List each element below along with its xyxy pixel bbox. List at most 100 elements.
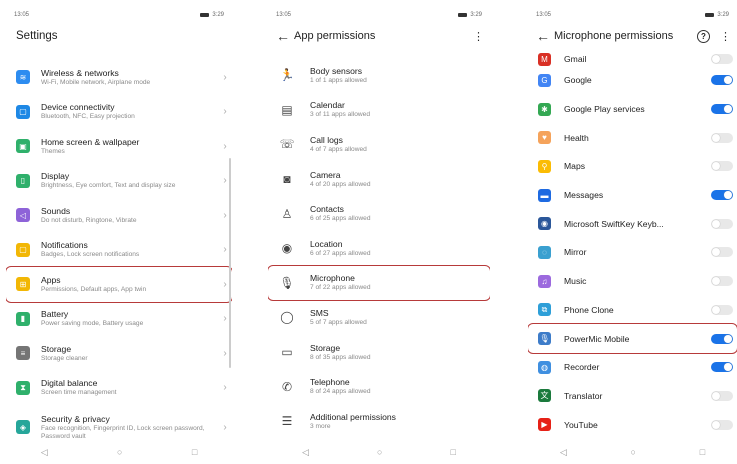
- status-bar: 13:05 3:29: [268, 8, 490, 22]
- settings-item-apps[interactable]: ⊞ Apps Permissions, Default apps, App twin…: [6, 266, 232, 303]
- permission-item-location[interactable]: ◉ Location 6 of 27 apps allowed: [268, 231, 490, 266]
- music-icon: ♫: [538, 274, 551, 288]
- settings-item-text: Notifications Badges, Lock screen notific…: [41, 240, 218, 259]
- app-item-text: PowerMic Mobile: [564, 334, 711, 344]
- app-item-translator: 文 Translator: [528, 382, 737, 411]
- app-item-youtube: ▶ YouTube: [528, 410, 737, 439]
- permission-item-camera[interactable]: ◙ Camera 4 of 20 apps allowed: [268, 162, 490, 197]
- page-title: Microphone permissions: [554, 30, 674, 42]
- wifi-icon: ≋: [16, 70, 30, 85]
- back-arrow-icon[interactable]: ←: [272, 28, 294, 44]
- permission-toggle[interactable]: [711, 54, 733, 64]
- permission-item-microphone[interactable]: 🎙 Microphone 7 of 22 apps allowed: [268, 264, 490, 302]
- permission-toggle[interactable]: [711, 304, 733, 315]
- settings-item-sounds[interactable]: ◁ Sounds Do not disturb, Ringtone, Vibrate…: [6, 198, 232, 233]
- back-nav-icon[interactable]: ◁: [41, 447, 48, 458]
- permission-toggle[interactable]: [711, 247, 733, 258]
- home-nav-icon[interactable]: ○: [377, 447, 382, 457]
- permission-item-text: Additional permissions 3 more: [310, 412, 490, 431]
- settings-item-text: Security & privacy Face recognition, Fing…: [41, 414, 218, 441]
- permission-item-label: SMS: [310, 307, 329, 318]
- settings-item-display[interactable]: ▯ Display Brightness, Eye comfort, Text an…: [6, 164, 232, 199]
- recorder-icon: ◍: [538, 360, 551, 374]
- permission-toggle[interactable]: [711, 132, 733, 143]
- settings-item-text: Apps Permissions, Default apps, App twin: [41, 275, 218, 294]
- running-icon: 🏃: [279, 68, 295, 83]
- help-icon[interactable]: ?: [697, 29, 710, 43]
- settings-item-subtitle: Themes: [41, 147, 65, 155]
- maps-icon: ⚲: [538, 159, 551, 173]
- settings-item-label: Battery: [41, 309, 69, 320]
- permission-item-label: Storage: [310, 342, 341, 353]
- permission-item-contacts[interactable]: ♙ Contacts 6 of 25 apps allowed: [268, 196, 490, 231]
- settings-item-storage[interactable]: ≡ Storage Storage cleaner ›: [6, 336, 232, 371]
- settings-item-wireless-networks[interactable]: ≋ Wireless & networks Wi-Fi, Mobile networ…: [6, 60, 232, 95]
- settings-item-notifications[interactable]: ▢ Notifications Badges, Lock screen notifi…: [6, 233, 232, 268]
- settings-item-security-privacy[interactable]: ◈ Security & privacy Face recognition, Fin…: [6, 405, 232, 449]
- permission-item-sms[interactable]: ◯ SMS 5 of 7 apps allowed: [268, 300, 490, 335]
- notification-icon: ▢: [16, 242, 30, 257]
- back-arrow-icon[interactable]: ←: [532, 28, 554, 44]
- shield-icon: ◈: [16, 420, 30, 434]
- app-item-label: Recorder: [564, 362, 600, 373]
- back-nav-icon[interactable]: ◁: [560, 447, 567, 458]
- app-item-text: Messages: [564, 190, 711, 200]
- recents-nav-icon[interactable]: □: [192, 447, 197, 457]
- permission-toggle[interactable]: [711, 218, 733, 229]
- app-item-microsoft-swiftkey-keyb: ◉ Microsoft SwiftKey Keyb...: [528, 209, 737, 238]
- app-item-text: Recorder: [564, 362, 711, 372]
- status-right: 3:29: [212, 12, 224, 18]
- microphone-permissions-screen: 13:05 3:29 ← Microphone permissions ? ⋮ M…: [528, 8, 737, 460]
- app-item-label: Mirror: [564, 247, 587, 258]
- permission-item-subtitle: 8 of 35 apps allowed: [310, 353, 371, 361]
- status-right: 3:29: [470, 12, 482, 18]
- recents-nav-icon[interactable]: □: [451, 447, 456, 457]
- permission-toggle[interactable]: [711, 104, 733, 115]
- status-time: 13:05: [536, 12, 552, 18]
- more-options-icon[interactable]: ⋮: [720, 30, 731, 43]
- permission-item-telephone[interactable]: ✆ Telephone 8 of 24 apps allowed: [268, 369, 490, 404]
- permission-item-body-sensors[interactable]: 🏃 Body sensors 1 of 1 apps allowed: [268, 58, 490, 93]
- settings-item-digital-balance[interactable]: ⧗ Digital balance Screen time management ›: [6, 371, 232, 406]
- permission-item-label: Calendar: [310, 100, 345, 111]
- permission-item-label: Telephone: [310, 377, 350, 388]
- permission-toggle[interactable]: [711, 161, 733, 172]
- back-nav-icon[interactable]: ◁: [302, 447, 309, 458]
- permission-item-subtitle: 7 of 22 apps allowed: [310, 284, 371, 292]
- chevron-right-icon: ›: [223, 106, 227, 118]
- permission-toggle[interactable]: [711, 333, 733, 344]
- permission-toggle[interactable]: [711, 276, 733, 287]
- display-icon: ▯: [16, 173, 30, 188]
- permission-toggle[interactable]: [711, 190, 733, 201]
- permission-item-label: Contacts: [310, 204, 344, 215]
- youtube-icon: ▶: [538, 418, 551, 432]
- app-item-label: YouTube: [564, 419, 598, 430]
- permission-toggle[interactable]: [711, 419, 733, 430]
- permission-item-label: Additional permissions: [310, 411, 396, 422]
- scrollbar[interactable]: [229, 158, 231, 368]
- sms-icon: ◯: [280, 310, 294, 325]
- settings-item-home-screen-wallpaper[interactable]: ▣ Home screen & wallpaper Themes ›: [6, 129, 232, 164]
- home-nav-icon[interactable]: ○: [117, 447, 122, 457]
- permission-item-additional-permissions[interactable]: ☰ Additional permissions 3 more: [268, 404, 490, 439]
- folder-icon: ▭: [281, 345, 293, 360]
- permission-item-calendar[interactable]: ▤ Calendar 3 of 11 apps allowed: [268, 93, 490, 128]
- permissions-list: 🏃 Body sensors 1 of 1 apps allowed ▤ Calenda…: [268, 58, 490, 439]
- permission-item-storage[interactable]: ▭ Storage 8 of 35 apps allowed: [268, 335, 490, 370]
- more-options-icon[interactable]: ⋮: [473, 30, 484, 43]
- settings-item-battery[interactable]: ▮ Battery Power saving mode, Battery usage…: [6, 302, 232, 337]
- settings-item-subtitle: Storage cleaner: [41, 354, 88, 362]
- permission-toggle[interactable]: [711, 390, 733, 401]
- list-icon: ☰: [281, 414, 293, 429]
- status-bar: 13:05 3:29: [6, 8, 232, 22]
- home-nav-icon[interactable]: ○: [631, 447, 636, 457]
- app-item-messages: ▬ Messages: [528, 181, 737, 210]
- permission-toggle[interactable]: [711, 75, 733, 86]
- app-item-label: Messages: [564, 190, 604, 201]
- permission-toggle[interactable]: [711, 362, 733, 373]
- recents-nav-icon[interactable]: □: [700, 447, 705, 457]
- settings-item-text: Storage Storage cleaner: [41, 344, 218, 363]
- app-item-text: Mirror: [564, 247, 711, 257]
- settings-item-device-connectivity[interactable]: ▢ Device connectivity Bluetooth, NFC, Easy…: [6, 95, 232, 130]
- permission-item-call-logs[interactable]: ☏ Call logs 4 of 7 apps allowed: [268, 127, 490, 162]
